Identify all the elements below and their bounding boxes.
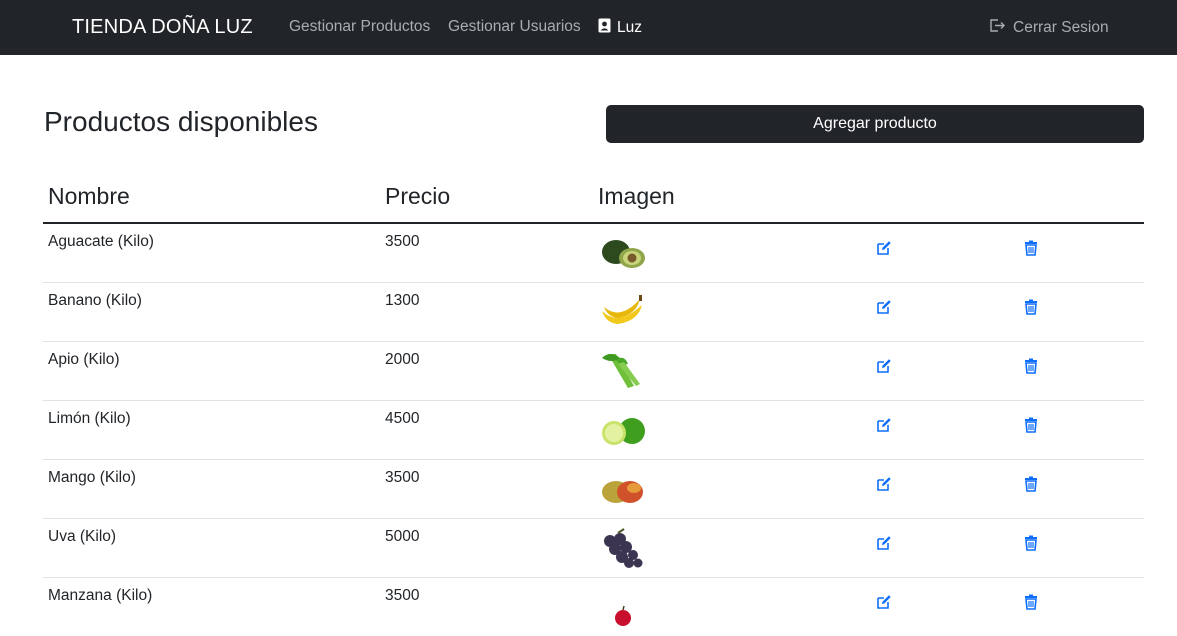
person-badge-icon	[598, 18, 611, 38]
trash-icon	[1024, 476, 1038, 496]
delete-button[interactable]	[1024, 476, 1038, 497]
trash-icon	[1024, 535, 1038, 555]
logout-label: Cerrar Sesion	[1013, 19, 1109, 36]
pencil-square-icon	[876, 300, 892, 319]
trash-icon	[1024, 594, 1038, 614]
celery-image	[598, 350, 648, 392]
header-imagen: Imagen	[598, 183, 675, 209]
pencil-square-icon	[876, 241, 892, 260]
trash-icon	[1024, 358, 1038, 378]
product-name: Mango (Kilo)	[48, 469, 136, 486]
avocado-image	[598, 232, 648, 274]
delete-button[interactable]	[1024, 299, 1038, 320]
table-row: Limón (Kilo) 4500	[43, 401, 1144, 460]
table-row: Mango (Kilo) 3500	[43, 460, 1144, 519]
logout-link[interactable]: Cerrar Sesion	[989, 18, 1109, 38]
page-title: Productos disponibles	[44, 106, 318, 137]
trash-icon	[1024, 299, 1038, 319]
delete-button[interactable]	[1024, 594, 1038, 615]
delete-button[interactable]	[1024, 240, 1038, 261]
nav-gestionar-productos[interactable]: Gestionar Productos	[289, 18, 430, 36]
edit-button[interactable]	[876, 476, 892, 497]
add-product-button[interactable]: Agregar producto	[606, 105, 1144, 143]
navbar: TIENDA DOÑA LUZ Gestionar Productos Gest…	[0, 0, 1177, 55]
delete-button[interactable]	[1024, 358, 1038, 379]
pencil-square-icon	[876, 418, 892, 437]
grapes-image	[598, 527, 648, 569]
product-price: 3500	[385, 469, 420, 486]
product-name: Apio (Kilo)	[48, 351, 120, 368]
table-row: Banano (Kilo) 1300	[43, 283, 1144, 342]
product-name: Aguacate (Kilo)	[48, 233, 154, 250]
table-row: Manzana (Kilo) 3500	[43, 578, 1144, 636]
edit-button[interactable]	[876, 240, 892, 261]
pencil-square-icon	[876, 595, 892, 614]
header-precio: Precio	[385, 183, 451, 209]
products-table: Nombre Precio Imagen Aguacate (Kilo) 3500…	[43, 175, 1144, 636]
product-price: 5000	[385, 528, 420, 545]
product-name: Uva (Kilo)	[48, 528, 117, 545]
product-price: 3500	[385, 587, 420, 604]
header-nombre: Nombre	[48, 183, 130, 209]
table-header: Nombre Precio Imagen	[43, 175, 1144, 224]
box-arrow-right-icon	[989, 18, 1006, 38]
apple-image	[598, 586, 648, 628]
edit-button[interactable]	[876, 535, 892, 556]
pencil-square-icon	[876, 536, 892, 555]
nav-user-label: Luz	[617, 19, 642, 36]
banana-image	[598, 291, 648, 333]
table-row: Uva (Kilo) 5000	[43, 519, 1144, 578]
delete-button[interactable]	[1024, 417, 1038, 438]
table-body: Aguacate (Kilo) 3500 Banano (Kilo) 1300 Apio…	[43, 224, 1144, 636]
brand[interactable]: TIENDA DOÑA LUZ	[72, 16, 253, 39]
edit-button[interactable]	[876, 594, 892, 615]
table-row: Aguacate (Kilo) 3500	[43, 224, 1144, 283]
edit-button[interactable]	[876, 358, 892, 379]
pencil-square-icon	[876, 477, 892, 496]
trash-icon	[1024, 417, 1038, 437]
product-name: Manzana (Kilo)	[48, 587, 153, 604]
product-price: 1300	[385, 292, 420, 309]
table-row: Apio (Kilo) 2000	[43, 342, 1144, 401]
pencil-square-icon	[876, 359, 892, 378]
edit-button[interactable]	[876, 299, 892, 320]
edit-button[interactable]	[876, 417, 892, 438]
product-name: Banano (Kilo)	[48, 292, 142, 309]
trash-icon	[1024, 240, 1038, 260]
product-price: 4500	[385, 410, 420, 427]
mango-image	[598, 468, 648, 510]
nav-gestionar-usuarios[interactable]: Gestionar Usuarios	[448, 18, 581, 36]
product-name: Limón (Kilo)	[48, 410, 131, 427]
delete-button[interactable]	[1024, 535, 1038, 556]
product-price: 2000	[385, 351, 420, 368]
lime-image	[598, 409, 648, 451]
product-price: 3500	[385, 233, 420, 250]
nav-user[interactable]: Luz	[598, 18, 642, 38]
